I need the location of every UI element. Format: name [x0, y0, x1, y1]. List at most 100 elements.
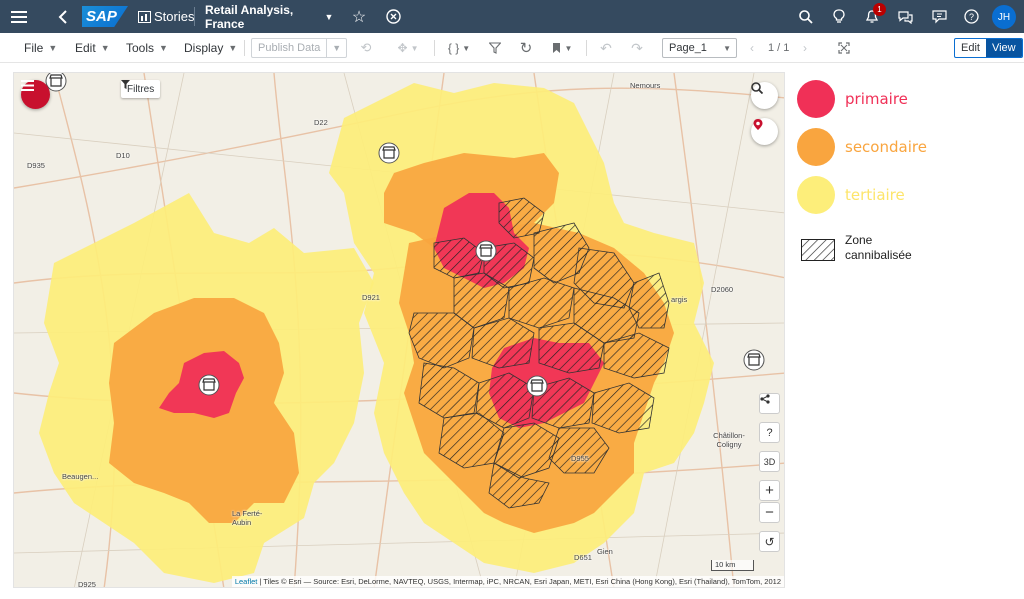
publish-data-label: Publish Data	[252, 39, 328, 57]
menu-edit-label: Edit	[75, 41, 96, 55]
legend-swatch-primaire	[797, 80, 835, 118]
menu-display[interactable]: Display ▼	[184, 33, 237, 63]
legend-label-line2: cannibalisée	[845, 248, 912, 262]
store-marker	[198, 374, 220, 396]
road-label: D955	[571, 454, 589, 463]
map-legend: primaire secondaire tertiaire Zone canni…	[797, 78, 1019, 278]
sap-logo[interactable]: SAP	[82, 6, 128, 27]
store-marker	[378, 142, 400, 164]
edit-mode-button[interactable]: Edit	[955, 39, 986, 57]
road-label: D10	[116, 151, 130, 160]
discussions-icon[interactable]	[895, 0, 915, 33]
mode-segmented-button: Edit View	[954, 38, 1023, 58]
road-label: D2060	[711, 285, 734, 294]
legend-label-primaire: primaire	[845, 90, 908, 108]
legend-label-secondaire: secondaire	[845, 138, 927, 156]
view-mode-button[interactable]: View	[985, 39, 1022, 57]
map-layer-button[interactable]	[751, 118, 778, 145]
undo-icon[interactable]: ↶	[597, 33, 615, 63]
chevron-down-icon: ▼	[100, 43, 110, 53]
shell-bar: SAP Stories Retail Analysis, France ▼ ☆ …	[0, 0, 1024, 33]
redo-icon[interactable]: ↷	[628, 33, 646, 63]
move-icon[interactable]: ✥ ▼	[392, 33, 424, 63]
map-attribution: Leaflet | Tiles © Esri — Source: Esri, D…	[231, 576, 784, 587]
map-3d-button[interactable]: 3D	[759, 451, 780, 472]
attribution-text: | Tiles © Esri — Source: Esri, DeLorme, …	[259, 577, 781, 586]
lightbulb-icon[interactable]	[829, 0, 849, 33]
road-label: D651	[574, 553, 592, 562]
place-label: La Ferté-Aubin	[232, 509, 263, 527]
place-label: Châtillon-Coligny	[713, 431, 745, 449]
story-toolbar: File ▼ Edit ▼ Tools ▼ Display ▼ Publish Data…	[0, 33, 1024, 63]
road-label: D935	[27, 161, 45, 170]
title-chevron-down-icon[interactable]: ▼	[322, 0, 336, 33]
menu-tools-label: Tools	[126, 41, 155, 55]
close-circle-icon[interactable]	[383, 0, 403, 33]
store-marker	[743, 349, 765, 371]
legend-swatch-secondaire	[797, 128, 835, 166]
menu-file-label: File	[24, 41, 44, 55]
menu-tools[interactable]: Tools ▼	[126, 33, 168, 63]
feedback-icon[interactable]	[929, 0, 949, 33]
map-search-button[interactable]	[751, 82, 778, 109]
place-label: Beaugen...	[62, 472, 99, 481]
toolbar-divider	[434, 40, 435, 56]
hamburger-icon	[21, 80, 34, 91]
menu-file[interactable]: File ▼	[24, 33, 57, 63]
fullscreen-icon[interactable]	[835, 33, 853, 63]
favorite-star-icon[interactable]: ☆	[349, 0, 369, 33]
legend-label-line1: Zone	[845, 233, 873, 247]
reset-view-icon[interactable]: ↺	[759, 531, 780, 552]
legend-item-primaire: primaire	[797, 80, 908, 118]
zoom-out-button[interactable]: −	[759, 502, 780, 523]
toolbar-divider	[586, 40, 587, 56]
bookmark-icon[interactable]: ▼	[548, 33, 576, 63]
zoom-in-button[interactable]: +	[759, 480, 780, 501]
legend-item-secondaire: secondaire	[797, 128, 927, 166]
legend-item-cannibalisee: Zone cannibalisée	[797, 233, 912, 263]
chevron-down-icon: ▼	[723, 43, 731, 53]
map-help-button[interactable]: ?	[759, 422, 780, 443]
share-button[interactable]	[759, 393, 780, 414]
back-icon[interactable]	[54, 0, 72, 33]
help-icon[interactable]: ?	[961, 0, 981, 33]
chevron-down-icon: ▼	[228, 43, 238, 53]
map-menu-button[interactable]	[21, 80, 50, 109]
publish-data-button[interactable]: Publish Data ▼	[251, 38, 347, 58]
search-icon[interactable]	[796, 0, 816, 33]
place-label: Gien	[597, 547, 613, 556]
store-marker	[475, 240, 497, 262]
map-scale-bar: 10 km	[711, 560, 754, 571]
menu-edit[interactable]: Edit ▼	[75, 33, 110, 63]
legend-label-tertiaire: tertiaire	[845, 186, 905, 204]
app-title[interactable]: Stories	[154, 0, 194, 33]
leaflet-link[interactable]: Leaflet	[235, 577, 258, 586]
refresh-icon[interactable]: ↻	[517, 33, 535, 63]
search-icon	[751, 82, 763, 94]
map-widget[interactable]: Nemours Châtillon-Coligny Beaugen... La …	[13, 72, 785, 588]
road-label: D921	[362, 293, 380, 302]
publish-chevron-down-icon[interactable]: ▼	[327, 43, 346, 53]
stories-icon	[136, 0, 152, 33]
road-label: D22	[314, 118, 328, 127]
story-title[interactable]: Retail Analysis, France	[205, 0, 323, 33]
filter-icon	[121, 80, 130, 89]
road-label: D925	[78, 580, 96, 588]
filter-icon[interactable]	[486, 33, 504, 63]
page-select[interactable]: Page_1 ▼	[662, 38, 737, 58]
place-label: argis	[671, 295, 688, 304]
menu-display-label: Display	[184, 41, 224, 55]
chevron-down-icon: ▼	[159, 43, 168, 53]
next-page-icon[interactable]: ›	[798, 33, 812, 63]
hamburger-menu-icon[interactable]	[8, 0, 30, 33]
user-avatar[interactable]: JH	[992, 5, 1016, 29]
map-marker-icon	[753, 119, 763, 130]
previous-page-icon[interactable]: ‹	[745, 33, 759, 63]
formula-icon[interactable]: { } ▼	[443, 33, 475, 63]
data-refresh-icon[interactable]: ⟲	[357, 33, 375, 63]
svg-text:?: ?	[968, 12, 973, 22]
filters-button[interactable]: Filtres	[121, 80, 161, 98]
filters-label: Filtres	[127, 83, 155, 95]
legend-item-tertiaire: tertiaire	[797, 176, 905, 214]
share-icon	[760, 394, 770, 404]
